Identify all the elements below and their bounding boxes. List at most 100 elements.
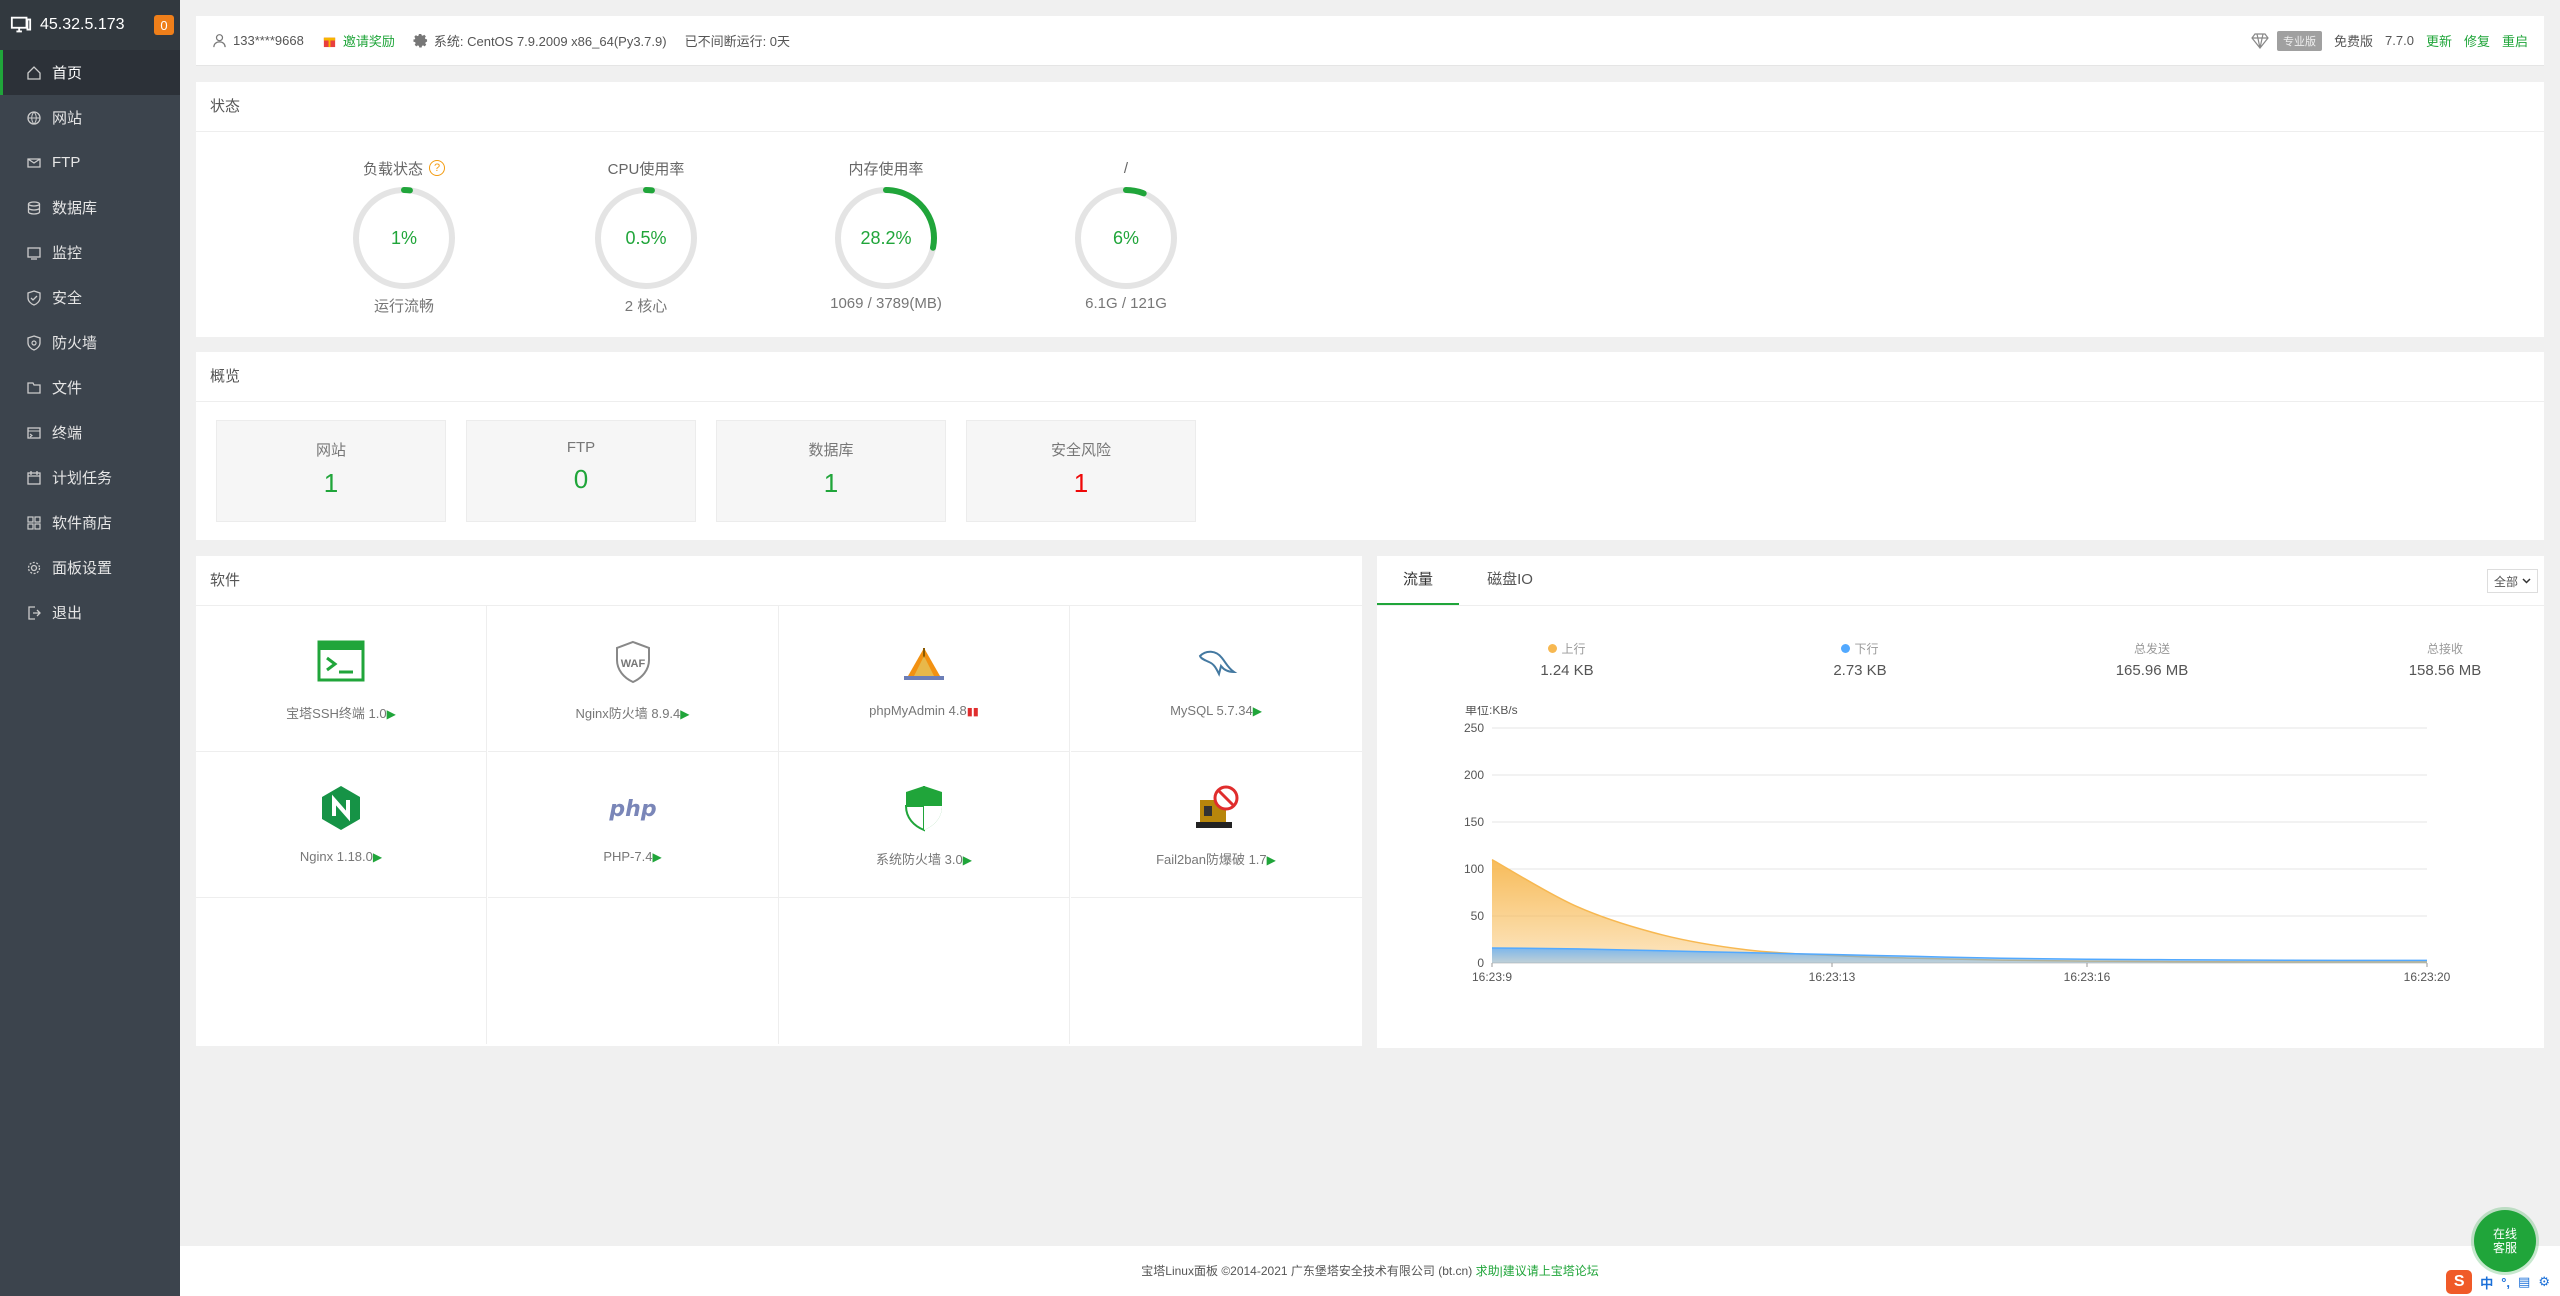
- firewall-icon: [27, 334, 41, 351]
- online-service-button[interactable]: 在线 客服: [2474, 1210, 2536, 1272]
- software-item-4[interactable]: Nginx 1.18.0▶: [196, 752, 487, 898]
- software-item-1[interactable]: WAF Nginx防火墙 8.9.4▶: [487, 606, 779, 752]
- sidebar-item-3[interactable]: 数据库: [0, 185, 180, 230]
- software-title: 软件: [196, 556, 1362, 606]
- notification-badge[interactable]: 0: [154, 15, 174, 35]
- gauge-0[interactable]: 负载状态? 1% 运行流畅: [304, 157, 504, 316]
- overview-card-1[interactable]: FTP 0: [466, 420, 696, 522]
- sidebar-item-0[interactable]: 首页: [0, 50, 180, 95]
- software-name: Nginx 1.18.0: [299, 849, 373, 864]
- gauge-3[interactable]: / 6% 6.1G / 121G: [1026, 157, 1226, 312]
- forum-link[interactable]: 求助|建议请上宝塔论坛: [1476, 1264, 1599, 1278]
- uptime-info: 已不间断运行: 0天: [685, 31, 790, 50]
- overview-value: 1: [1073, 468, 1089, 498]
- overview-card-0[interactable]: 网站 1: [216, 420, 446, 522]
- y-tick-label: 50: [1471, 909, 1485, 923]
- ime-lang[interactable]: 中: [2480, 1273, 2493, 1292]
- apps-icon: [27, 515, 41, 530]
- sidebar-item-8[interactable]: 终端: [0, 410, 180, 455]
- ime-tools-icon[interactable]: ⚙: [2538, 1274, 2550, 1290]
- tab-disk-io[interactable]: 磁盘IO: [1469, 555, 1551, 605]
- pro-tag[interactable]: 专业版: [2277, 30, 2323, 51]
- sidebar-item-7[interactable]: 文件: [0, 365, 180, 410]
- status-title: 状态: [196, 82, 2544, 132]
- sidebar-item-label: 首页: [52, 65, 83, 82]
- interface-select[interactable]: 全部: [2486, 569, 2538, 593]
- gauge-label: CPU使用率: [607, 160, 685, 178]
- sidebar-item-4[interactable]: 监控: [0, 230, 180, 275]
- ime-toolbar[interactable]: S 中 °, ▤ ⚙: [2446, 1270, 2550, 1294]
- software-item-7[interactable]: Fail2ban防爆破 1.7▶: [1070, 752, 1362, 898]
- overview-card-2[interactable]: 数据库 1: [716, 420, 946, 522]
- sidebar-item-label: 文件: [52, 380, 83, 397]
- tab-traffic[interactable]: 流量: [1377, 555, 1459, 605]
- sidebar-item-9[interactable]: 计划任务: [0, 455, 180, 500]
- x-tick-label: 16:23:13: [1809, 970, 1856, 984]
- software-item-3[interactable]: MySQL 5.7.34▶: [1070, 606, 1362, 752]
- software-state-icon[interactable]: ▶: [652, 850, 661, 864]
- sidebar-item-label: 计划任务: [52, 470, 113, 487]
- invite-link[interactable]: 邀请奖励: [322, 31, 395, 50]
- punctuation-icon[interactable]: °,: [2501, 1275, 2510, 1290]
- software-state-icon[interactable]: ▮▮: [967, 706, 979, 718]
- help-icon[interactable]: ?: [429, 160, 445, 176]
- software-item-6[interactable]: 系统防火墙 3.0▶: [779, 752, 1070, 898]
- sidebar-item-5[interactable]: 安全: [0, 275, 180, 320]
- sidebar-item-12[interactable]: 退出: [0, 590, 180, 635]
- sidebar-item-1[interactable]: 网站: [0, 95, 180, 140]
- uptime-text: 已不间断运行: 0天: [684, 34, 791, 49]
- gauge-ring: 28.2%: [835, 187, 937, 289]
- gear-icon: [27, 561, 41, 574]
- software-state-icon[interactable]: ▶: [373, 850, 382, 864]
- update-link[interactable]: 更新: [2426, 31, 2452, 50]
- gauge-1[interactable]: CPU使用率 0.5% 2 核心: [546, 157, 746, 316]
- gauge-ring: 0.5%: [595, 187, 697, 289]
- traffic-chart-svg: 单位:KB/s 0 50 100 150 200 250 16:23:9 16:23:13 16:…: [1464, 702, 2451, 984]
- overview-title: 概览: [196, 352, 2544, 402]
- overview-label: 安全风险: [1050, 442, 1111, 459]
- gauge-label: 负载状态: [362, 160, 423, 178]
- software-item-0[interactable]: 宝塔SSH终端 1.0▶: [196, 606, 487, 752]
- shield-check-icon: [27, 289, 41, 306]
- folder-icon: [27, 381, 41, 394]
- gauge-value: 28.2%: [860, 228, 911, 248]
- x-tick-label: 16:23:9: [1472, 970, 1512, 984]
- software-item-2[interactable]: phpMyAdmin 4.8▮▮: [779, 606, 1070, 752]
- software-state-icon[interactable]: ▶: [680, 707, 689, 721]
- service-line2: 客服: [2492, 1241, 2517, 1255]
- gauge-value: 6%: [1113, 228, 1139, 248]
- sidebar-item-2[interactable]: FTP: [0, 140, 180, 185]
- software-empty-slot: [779, 898, 1070, 1044]
- software-state-icon[interactable]: ▶: [1267, 853, 1276, 867]
- sidebar-item-10[interactable]: 软件商店: [0, 500, 180, 545]
- legend-dot: [1548, 644, 1558, 653]
- traffic-panel: 流量 磁盘IO 全部 上行 1.24 KB 下行 2.73 KB 总发送 165.9…: [1377, 556, 2544, 1048]
- user-phone: 133****9668: [233, 33, 304, 48]
- user-info[interactable]: 133****9668: [212, 33, 304, 48]
- sidebar-item-11[interactable]: 面板设置: [0, 545, 180, 590]
- home-icon: [27, 65, 41, 80]
- restart-link[interactable]: 重启: [2502, 31, 2528, 50]
- x-tick-label: 16:23:16: [2064, 970, 2111, 984]
- stat-label: 总发送: [2133, 642, 2170, 656]
- gauge-label: 内存使用率: [848, 160, 924, 178]
- sidebar-item-label: 面板设置: [52, 560, 113, 577]
- software-state-icon[interactable]: ▶: [1253, 704, 1262, 718]
- overview-card-3[interactable]: 安全风险 1: [966, 420, 1196, 522]
- gauge-2[interactable]: 内存使用率 28.2% 1069 / 3789(MB): [786, 157, 986, 313]
- software-state-icon[interactable]: ▶: [387, 707, 396, 721]
- invite-label: 邀请奖励: [342, 34, 395, 49]
- server-header[interactable]: 45.32.5.173 0: [0, 0, 180, 50]
- sidebar-item-6[interactable]: 防火墙: [0, 320, 180, 365]
- sidebar-item-label: 终端: [52, 425, 83, 442]
- traffic-stats: 上行 1.24 KB 下行 2.73 KB 总发送 165.96 MB 总接收 158…: [1377, 640, 2544, 680]
- repair-link[interactable]: 修复: [2464, 31, 2490, 50]
- keyboard-icon[interactable]: ▤: [2518, 1274, 2530, 1290]
- software-state-icon[interactable]: ▶: [963, 853, 972, 867]
- software-empty-slot: [196, 898, 487, 1044]
- gauge-sub: 运行流畅: [373, 298, 434, 315]
- fail2ban-icon: [1196, 785, 1239, 828]
- user-icon: [213, 34, 226, 48]
- y-tick-label: 200: [1464, 768, 1484, 782]
- software-item-5[interactable]: php PHP-7.4▶: [487, 752, 779, 898]
